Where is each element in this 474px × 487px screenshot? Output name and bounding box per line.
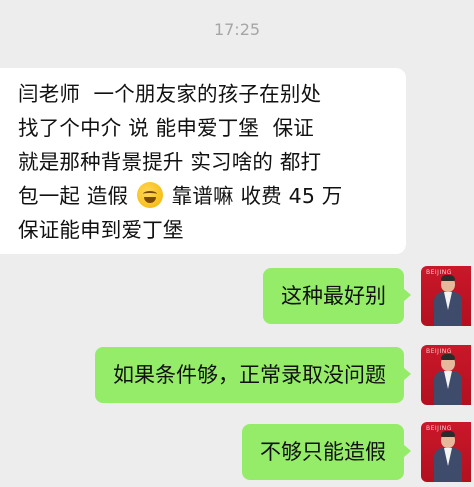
chat-view: 17:25 闫老师 一个朋友家的孩子在别处 找了个中介 说 能申爱丁堡 保证 就…	[0, 0, 474, 487]
avatar-hair	[441, 354, 455, 360]
avatar-hair	[441, 431, 455, 437]
message-text: 不够只能造假	[260, 440, 386, 464]
avatar[interactable]: BEIJING	[421, 422, 471, 482]
avatar-hair	[441, 275, 455, 281]
outgoing-message-row: 如果条件够，正常录取没问题 BEIJING	[0, 345, 474, 405]
outgoing-message-row: 不够只能造假 BEIJING	[0, 422, 474, 482]
incoming-message-bubble[interactable]: 闫老师 一个朋友家的孩子在别处 找了个中介 说 能申爱丁堡 保证 就是那种背景提…	[0, 68, 406, 254]
message-line: 找了个中介 说 能申爱丁堡 保证	[18, 116, 314, 140]
avatar[interactable]: BEIJING	[421, 345, 471, 405]
message-line: 闫老师 一个朋友家的孩子在别处	[18, 82, 322, 106]
outgoing-message-row: 这种最好别 BEIJING	[0, 266, 474, 326]
message-line-part: 靠谱嘛 收费 45 万	[164, 184, 343, 208]
outgoing-message-bubble[interactable]: 这种最好别	[263, 268, 411, 324]
avatar[interactable]: BEIJING	[421, 266, 471, 326]
message-text: 这种最好别	[281, 284, 386, 308]
message-timestamp: 17:25	[213, 20, 261, 39]
message-line-part: 包一起 造假	[18, 184, 135, 208]
outgoing-message-bubble[interactable]: 不够只能造假	[242, 424, 411, 480]
outgoing-message-bubble[interactable]: 如果条件够，正常录取没问题	[95, 347, 411, 403]
message-line: 包一起 造假 靠谱嘛 收费 45 万	[18, 179, 398, 213]
message-line: 就是那种背景提升 实习啥的 都打	[18, 150, 322, 174]
message-line: 保证能申到爱丁堡	[18, 218, 184, 242]
laughing-emoji-icon	[136, 182, 163, 208]
message-text: 如果条件够，正常录取没问题	[113, 363, 386, 387]
